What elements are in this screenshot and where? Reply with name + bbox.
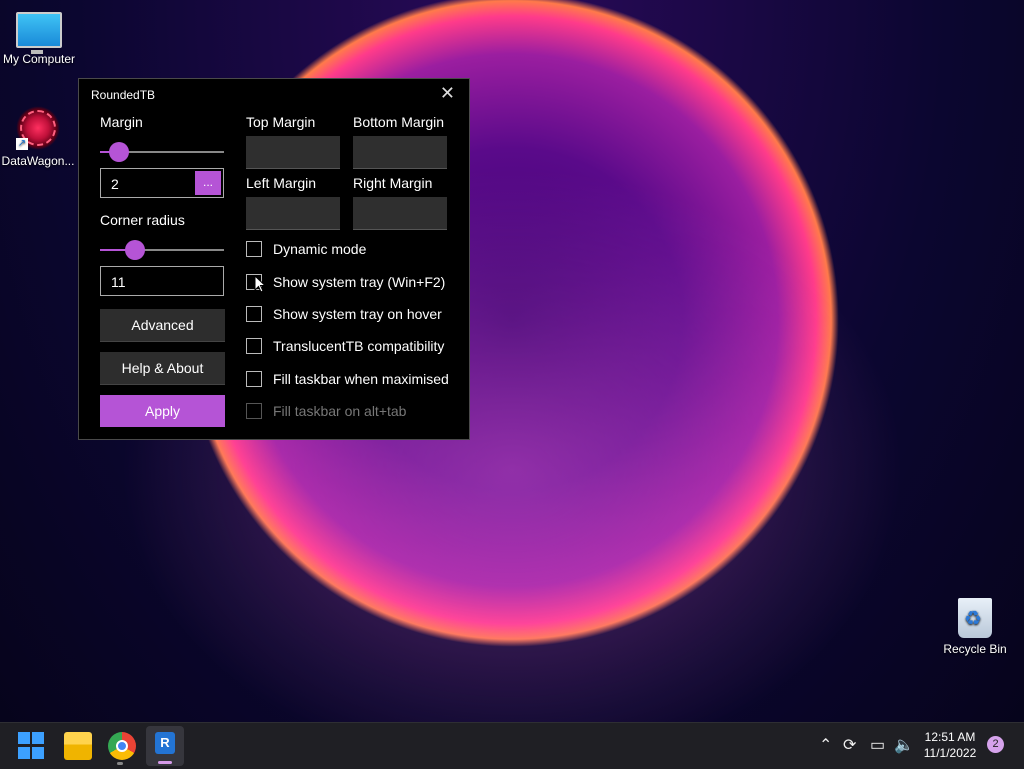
checkbox[interactable] (246, 338, 262, 354)
margin-input[interactable]: 2 ... (100, 168, 224, 198)
shortcut-arrow-icon: ↗ (16, 138, 28, 150)
chevron-up-icon[interactable]: ⌃ (819, 735, 832, 755)
desktop-icon-datawagon[interactable]: ↗ DataWagon... (0, 106, 76, 168)
mouse-cursor-icon (254, 275, 266, 293)
top-margin-label: Top Margin (246, 114, 316, 130)
option-fill-alt-tab: Fill taskbar on alt+tab (246, 401, 406, 421)
left-margin-label: Left Margin (246, 175, 317, 191)
network-icon[interactable]: ▭ (870, 735, 885, 755)
bottom-margin-label: Bottom Margin (353, 114, 445, 130)
window-title: RoundedTB (91, 88, 156, 102)
option-fill-maximised[interactable]: Fill taskbar when maximised (246, 369, 449, 389)
corner-radius-value: 11 (111, 274, 126, 290)
roundedtb-taskbar-button[interactable]: R (146, 726, 184, 766)
active-indicator (158, 761, 172, 764)
margin-label: Margin (100, 114, 143, 130)
desktop-icon-label: Recycle Bin (943, 642, 1007, 656)
clock-date: 11/1/2022 (923, 746, 977, 760)
start-icon[interactable] (18, 732, 46, 760)
top-margin-input[interactable] (246, 136, 340, 169)
roundedtb-window: RoundedTB ✕ Margin 2 ... Corner radius 1… (78, 78, 470, 440)
clock-time: 12:51 AM (924, 730, 976, 744)
clock[interactable]: 12:51 AM 11/1/2022 (918, 729, 982, 761)
option-dynamic-mode[interactable]: Dynamic mode (246, 239, 366, 259)
desktop-icon-my-computer[interactable]: My Computer (1, 12, 77, 66)
taskbar: R ⌃ ⟳ ▭ 🔈 12:51 AM 11/1/2022 2 (0, 722, 1024, 769)
corner-radius-label: Corner radius (100, 212, 185, 228)
desktop-icon-label: My Computer (2, 52, 76, 66)
option-label: TranslucentTB compatibility (273, 338, 445, 354)
sync-icon[interactable]: ⟳ (843, 735, 856, 755)
option-show-system-tray[interactable]: Show system tray (Win+F2) (246, 272, 445, 292)
desktop-icon-recycle-bin[interactable]: Recycle Bin (937, 598, 1013, 656)
chrome-icon[interactable] (108, 732, 136, 760)
file-explorer-icon[interactable] (64, 732, 92, 760)
margin-value: 2 (111, 176, 119, 192)
volume-icon[interactable]: 🔈 (894, 735, 914, 755)
option-label: Fill taskbar on alt+tab (273, 403, 407, 419)
checkbox[interactable] (246, 306, 262, 322)
option-label: Fill taskbar when maximised (273, 371, 449, 387)
running-indicator (117, 762, 123, 765)
apply-button[interactable]: Apply (100, 395, 225, 427)
help-about-button[interactable]: Help & About (100, 352, 225, 385)
checkbox[interactable] (246, 371, 262, 387)
margin-slider-thumb[interactable] (108, 142, 129, 162)
corner-radius-slider-thumb[interactable] (124, 240, 145, 260)
margin-options-button[interactable]: ... (195, 171, 221, 195)
checkbox (246, 403, 262, 419)
option-system-tray-hover[interactable]: Show system tray on hover (246, 304, 442, 324)
recycle-bin-icon (958, 598, 992, 638)
monitor-icon (16, 12, 62, 54)
corner-radius-slider[interactable] (100, 240, 224, 260)
right-margin-label: Right Margin (353, 175, 433, 191)
option-label: Show system tray on hover (273, 306, 442, 322)
bottom-margin-input[interactable] (353, 136, 447, 169)
option-label: Dynamic mode (273, 241, 367, 257)
right-margin-input[interactable] (353, 197, 447, 230)
option-label: Show system tray (Win+F2) (273, 274, 446, 290)
close-icon[interactable]: ✕ (440, 83, 455, 104)
left-margin-input[interactable] (246, 197, 340, 230)
advanced-button[interactable]: Advanced (100, 309, 225, 342)
checkbox[interactable] (246, 241, 262, 257)
corner-radius-input[interactable]: 11 (100, 266, 224, 296)
desktop-icon-label: DataWagon... (1, 154, 75, 168)
margin-slider[interactable] (100, 142, 224, 162)
option-translucenttb[interactable]: TranslucentTB compatibility (246, 336, 444, 356)
notification-badge[interactable]: 2 (987, 736, 1004, 753)
roundedtb-icon: R (155, 732, 175, 754)
datawagon-icon: ↗ (16, 106, 60, 150)
